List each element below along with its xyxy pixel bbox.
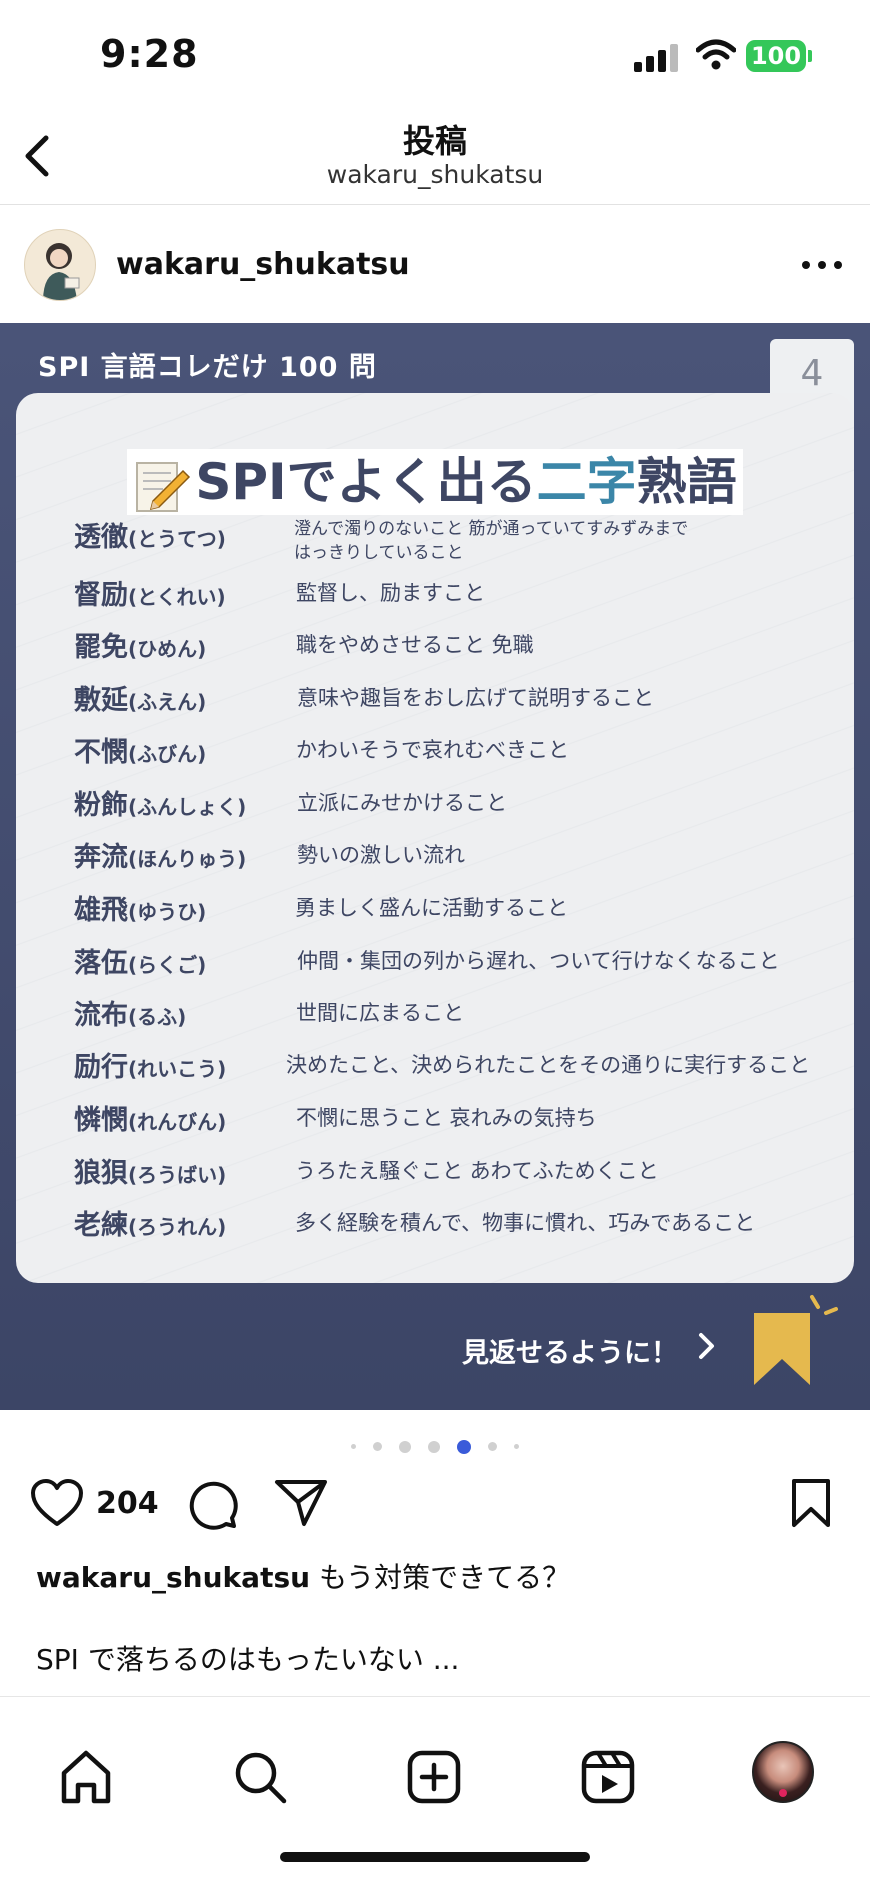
- vocab-reading: (とうてつ): [128, 527, 226, 551]
- vocab-reading: (ろうれん): [128, 1215, 227, 1239]
- vocab-reading: (れんびん): [128, 1110, 227, 1134]
- bookmark-illustration-icon: [754, 1313, 810, 1385]
- vocab-word: 老練: [74, 1210, 128, 1241]
- carousel-dot: [372, 1442, 382, 1451]
- vocab-word: 罷免: [74, 632, 128, 663]
- vocab-meaning: 立派にみせかけること: [297, 791, 507, 815]
- vocab-reading: (ふびん): [128, 742, 207, 766]
- battery-tip: [808, 50, 812, 62]
- series-title: SPI 言語コレだけ 100 問: [38, 352, 377, 383]
- vocab-word: 透徹: [74, 522, 128, 553]
- vocab-reading: (らくご): [128, 953, 207, 977]
- post-image[interactable]: SPI 言語コレだけ 100 問 4 SPIでよく出る二字熟語 透徹(とうてつ)…: [0, 323, 870, 1410]
- vocab-reading: (るふ): [128, 1005, 187, 1029]
- vocab-meaning: 意味や趣旨をおし広げて説明すること: [297, 686, 654, 710]
- caption-text: もう対策できてる？: [318, 1561, 571, 1594]
- wifi-icon: [696, 39, 736, 70]
- home-icon[interactable]: [58, 1749, 114, 1805]
- vocab-word: 落伍: [74, 948, 128, 979]
- carousel-dot: [428, 1440, 440, 1453]
- carousel-dot: [514, 1444, 520, 1449]
- vocab-word: 憐憫: [74, 1105, 128, 1136]
- vocab-word: 流布: [74, 1000, 128, 1031]
- vocab-word: 狼狽: [74, 1158, 128, 1189]
- vocab-reading: (ほんりゅう): [128, 847, 247, 871]
- vocab-meaning: 仲間・集団の列から遅れ、ついて行けなくなること: [297, 949, 780, 973]
- vocab-word: 励行: [74, 1052, 128, 1083]
- more-options-icon[interactable]: [798, 255, 846, 275]
- vocab-reading: (ひめん): [128, 637, 207, 661]
- post-actions: 204: [0, 1470, 870, 1540]
- carousel-dot-active: [457, 1439, 472, 1454]
- vocab-reading: (ふえん): [128, 690, 207, 714]
- avatar-illustration-icon: [43, 243, 80, 300]
- chevron-right-icon: [699, 1333, 714, 1359]
- vocab-meaning: 不憫に思うこと 哀れみの気持ち: [296, 1106, 597, 1130]
- create-icon[interactable]: [406, 1749, 462, 1805]
- vocab-word: 雄飛: [74, 895, 128, 926]
- like-count[interactable]: 204: [96, 1486, 159, 1521]
- vocab-meaning: 多く経験を積んで、物事に慣れ、巧みであること: [295, 1211, 756, 1235]
- vocab-word: 不憫: [74, 737, 128, 768]
- page-subtitle: wakaru_shukatsu: [326, 160, 544, 189]
- vocab-word: 奔流: [74, 842, 128, 873]
- vocab-reading: (とくれい): [128, 585, 226, 609]
- page-title: 投稿: [402, 122, 467, 160]
- vocab-meaning: 職をやめさせること 免職: [296, 633, 534, 657]
- cta-text: 見返せるように！: [462, 1338, 678, 1369]
- search-icon[interactable]: [232, 1749, 288, 1805]
- caption-line-2[interactable]: SPI で落ちるのはもったいない ...: [36, 1638, 459, 1678]
- post-username[interactable]: wakaru_shukatsu: [116, 247, 410, 282]
- vocab-meaning: 監督し、励ますこと: [296, 581, 485, 605]
- reels-icon[interactable]: [580, 1749, 636, 1805]
- vocab-meaning-line2: はっきりしていること: [294, 543, 464, 563]
- vocab-meaning: 勇ましく盛んに活動すること: [295, 896, 568, 920]
- vocab-word: 督励: [74, 580, 128, 611]
- cellular-signal-icon: [634, 42, 680, 72]
- home-indicator: [280, 1852, 590, 1862]
- vocab-meaning: かわいそうで哀れむべきこと: [296, 738, 569, 762]
- notification-dot: [779, 1789, 787, 1797]
- share-icon[interactable]: [274, 1478, 328, 1528]
- user-avatar[interactable]: [24, 229, 96, 301]
- save-bookmark-icon[interactable]: [790, 1478, 832, 1528]
- vocabulary-list: 透徹(とうてつ) 澄んで濁りのないこと 筋が通っていてすみずみまで はっきりして…: [16, 393, 854, 1283]
- post-header: wakaru_shukatsu: [0, 205, 870, 323]
- vocab-word: 敷延: [74, 685, 128, 716]
- sparkle-icon: [810, 1295, 838, 1315]
- vocabulary-card: SPIでよく出る二字熟語 透徹(とうてつ) 澄んで濁りのないこと 筋が通っていて…: [16, 393, 854, 1283]
- vocab-reading: (ろうばい): [128, 1163, 227, 1187]
- nav-header: 投稿 wakaru_shukatsu: [0, 110, 870, 205]
- carousel-dot: [350, 1444, 356, 1449]
- battery-indicator: 100: [746, 40, 806, 72]
- caption-username[interactable]: wakaru_shukatsu: [36, 1561, 310, 1594]
- carousel-dot: [488, 1442, 498, 1451]
- vocab-meaning: 澄んで濁りのないこと 筋が通っていてすみずみまで: [294, 519, 689, 539]
- status-time: 9:28: [100, 32, 199, 76]
- vocab-reading: (れいこう): [128, 1057, 227, 1081]
- carousel-indicator: [0, 1436, 870, 1456]
- heart-icon[interactable]: [30, 1478, 84, 1528]
- comment-icon[interactable]: [186, 1478, 238, 1530]
- vocab-word: 粉飾: [74, 790, 128, 821]
- post-caption: wakaru_shukatsu もう対策できてる？: [36, 1556, 570, 1596]
- vocab-meaning: 決めたこと、決められたことをその通りに実行すること: [286, 1053, 811, 1077]
- page-number: 4: [800, 353, 824, 394]
- status-bar: 9:28 100: [0, 0, 870, 110]
- vocab-meaning: 勢いの激しい流れ: [297, 843, 465, 867]
- vocab-meaning: うろたえ騒ぐこと あわてふためくこと: [295, 1159, 659, 1183]
- carousel-dot: [398, 1440, 411, 1453]
- vocab-reading: (ゆうひ): [128, 900, 207, 924]
- vocab-meaning: 世間に広まること: [296, 1001, 464, 1025]
- vocab-reading: (ふんしょく): [128, 795, 247, 819]
